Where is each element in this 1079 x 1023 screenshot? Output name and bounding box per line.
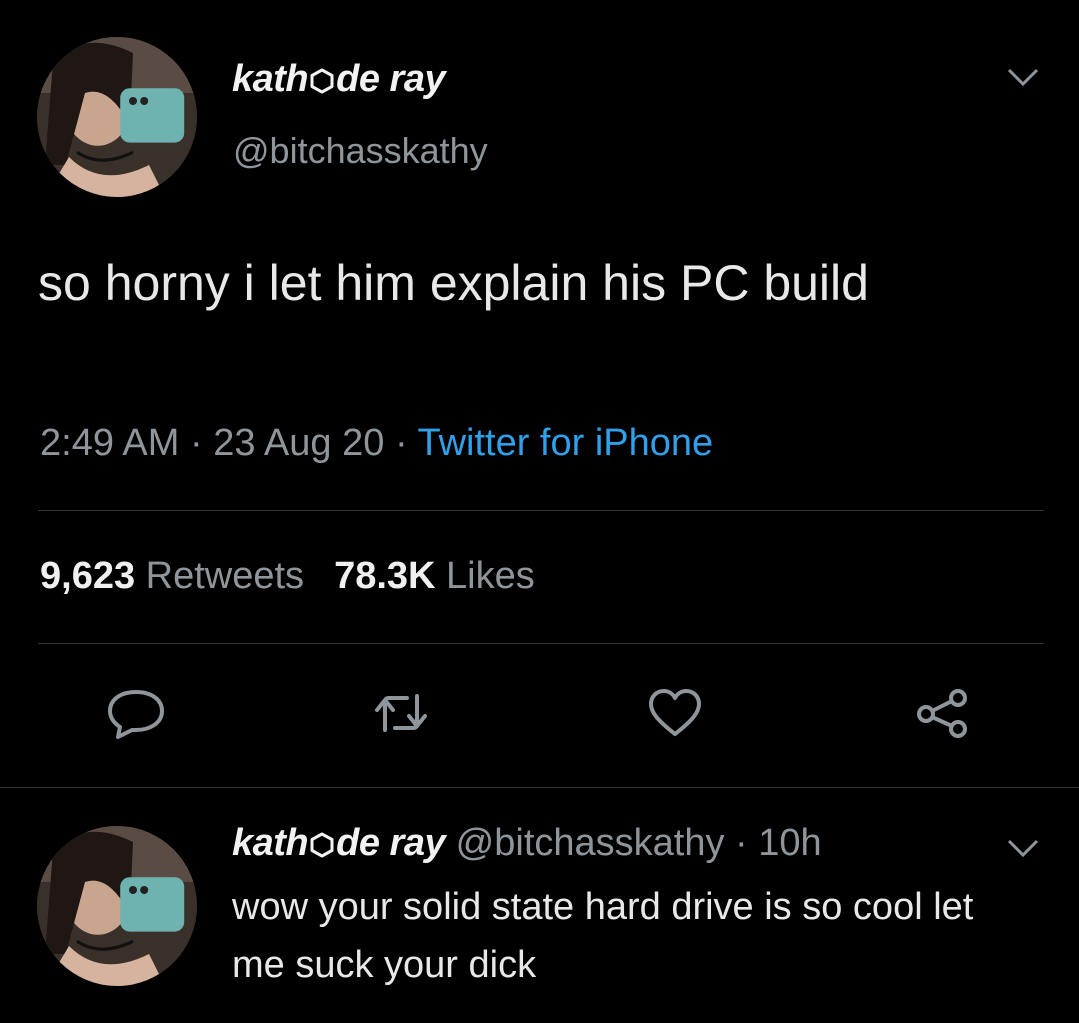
reply-age[interactable]: 10h bbox=[758, 822, 821, 864]
tweet-time[interactable]: 2:49 AM bbox=[40, 422, 179, 464]
divider bbox=[0, 787, 1079, 788]
like-button[interactable] bbox=[645, 686, 705, 740]
retweet-button[interactable] bbox=[371, 686, 431, 740]
likes-stat[interactable]: 78.3K Likes bbox=[334, 555, 535, 597]
chevron-down-icon[interactable] bbox=[1006, 67, 1040, 87]
reply-avatar[interactable] bbox=[37, 826, 197, 986]
tweet-source-link[interactable]: Twitter for iPhone bbox=[417, 422, 713, 464]
retweets-stat[interactable]: 9,623 Retweets bbox=[40, 555, 304, 597]
hexagon-emoji-icon bbox=[309, 825, 335, 858]
tweet-text: so horny i let him explain his PC build bbox=[38, 255, 869, 311]
reply-icon bbox=[108, 690, 164, 739]
avatar[interactable] bbox=[37, 37, 197, 197]
retweet-icon bbox=[375, 694, 427, 732]
reply-display-name[interactable]: kath de ray bbox=[232, 822, 446, 864]
like-icon bbox=[649, 689, 701, 736]
reply-header: kath de ray @bitchasskathy · 10h bbox=[232, 822, 822, 864]
tweet-stats: 9,623 Retweets 78.3K Likes bbox=[40, 555, 535, 598]
reply-text: wow your solid state hard drive is so co… bbox=[232, 886, 974, 986]
share-button[interactable] bbox=[912, 686, 972, 740]
divider bbox=[38, 510, 1044, 511]
display-name[interactable]: kath de ray bbox=[232, 58, 446, 101]
divider bbox=[38, 643, 1044, 644]
reply-button[interactable] bbox=[106, 686, 166, 740]
tweet-meta: 2:49 AM · 23 Aug 20 · Twitter for iPhone bbox=[40, 422, 714, 464]
chevron-down-icon[interactable] bbox=[1006, 838, 1040, 858]
reply-handle[interactable]: @bitchasskathy bbox=[456, 822, 725, 864]
hexagon-emoji-icon bbox=[309, 61, 335, 94]
handle[interactable]: @bitchasskathy bbox=[233, 130, 488, 172]
tweet-date[interactable]: 23 Aug 20 bbox=[213, 422, 384, 464]
share-icon bbox=[917, 689, 967, 738]
